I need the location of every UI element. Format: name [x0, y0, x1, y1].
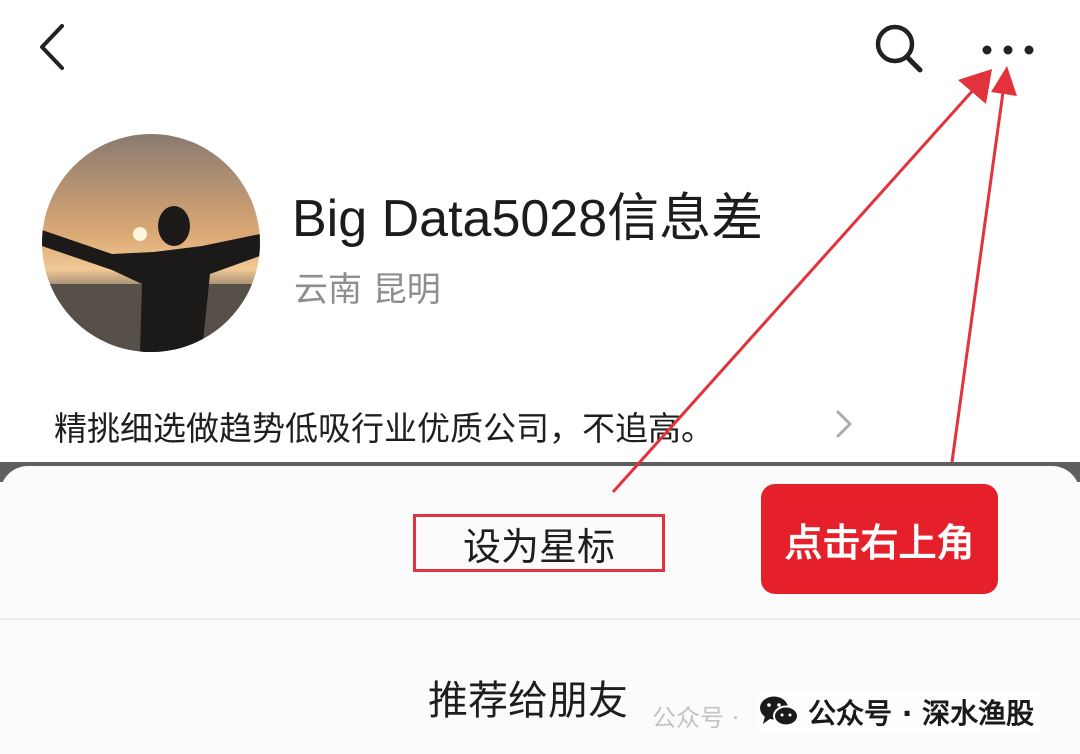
bio-expand-button[interactable] [832, 406, 856, 442]
more-horizontal-icon [982, 45, 1034, 55]
profile-location: 云南 昆明 [294, 270, 441, 310]
back-button[interactable] [30, 22, 80, 72]
search-icon [875, 24, 923, 73]
wechat-icon [760, 696, 799, 727]
watermark-faint: 公众号 · [652, 704, 740, 732]
arrowhead-left [958, 69, 992, 104]
sheet-divider [0, 618, 1080, 620]
chevron-left-icon [40, 24, 64, 70]
search-button[interactable] [868, 18, 928, 78]
click-top-right-hint: 点击右上角 [761, 484, 998, 594]
profile-screen: Big Data5028信息差 云南 昆明 精挑细选做趋势低吸行业优质公司，不追… [0, 0, 1080, 754]
more-options-button[interactable] [978, 30, 1038, 70]
arrowhead-right [991, 66, 1017, 96]
recommend-to-friend-option[interactable]: 推荐给朋友 [428, 668, 628, 726]
watermark: 公众号 · 深水渔股 [758, 690, 1041, 734]
arrow-line-right [950, 91, 1005, 463]
set-star-option[interactable]: 设为星标 [413, 514, 665, 572]
chevron-right-icon [836, 410, 852, 438]
avatar[interactable] [42, 134, 260, 352]
profile-bio[interactable]: 精挑细选做趋势低吸行业优质公司，不追高。 [54, 402, 714, 450]
profile-name: Big Data5028信息差 [292, 190, 764, 248]
watermark-text: 公众号 · 深水渔股 [808, 697, 1035, 730]
avatar-image [42, 134, 260, 352]
